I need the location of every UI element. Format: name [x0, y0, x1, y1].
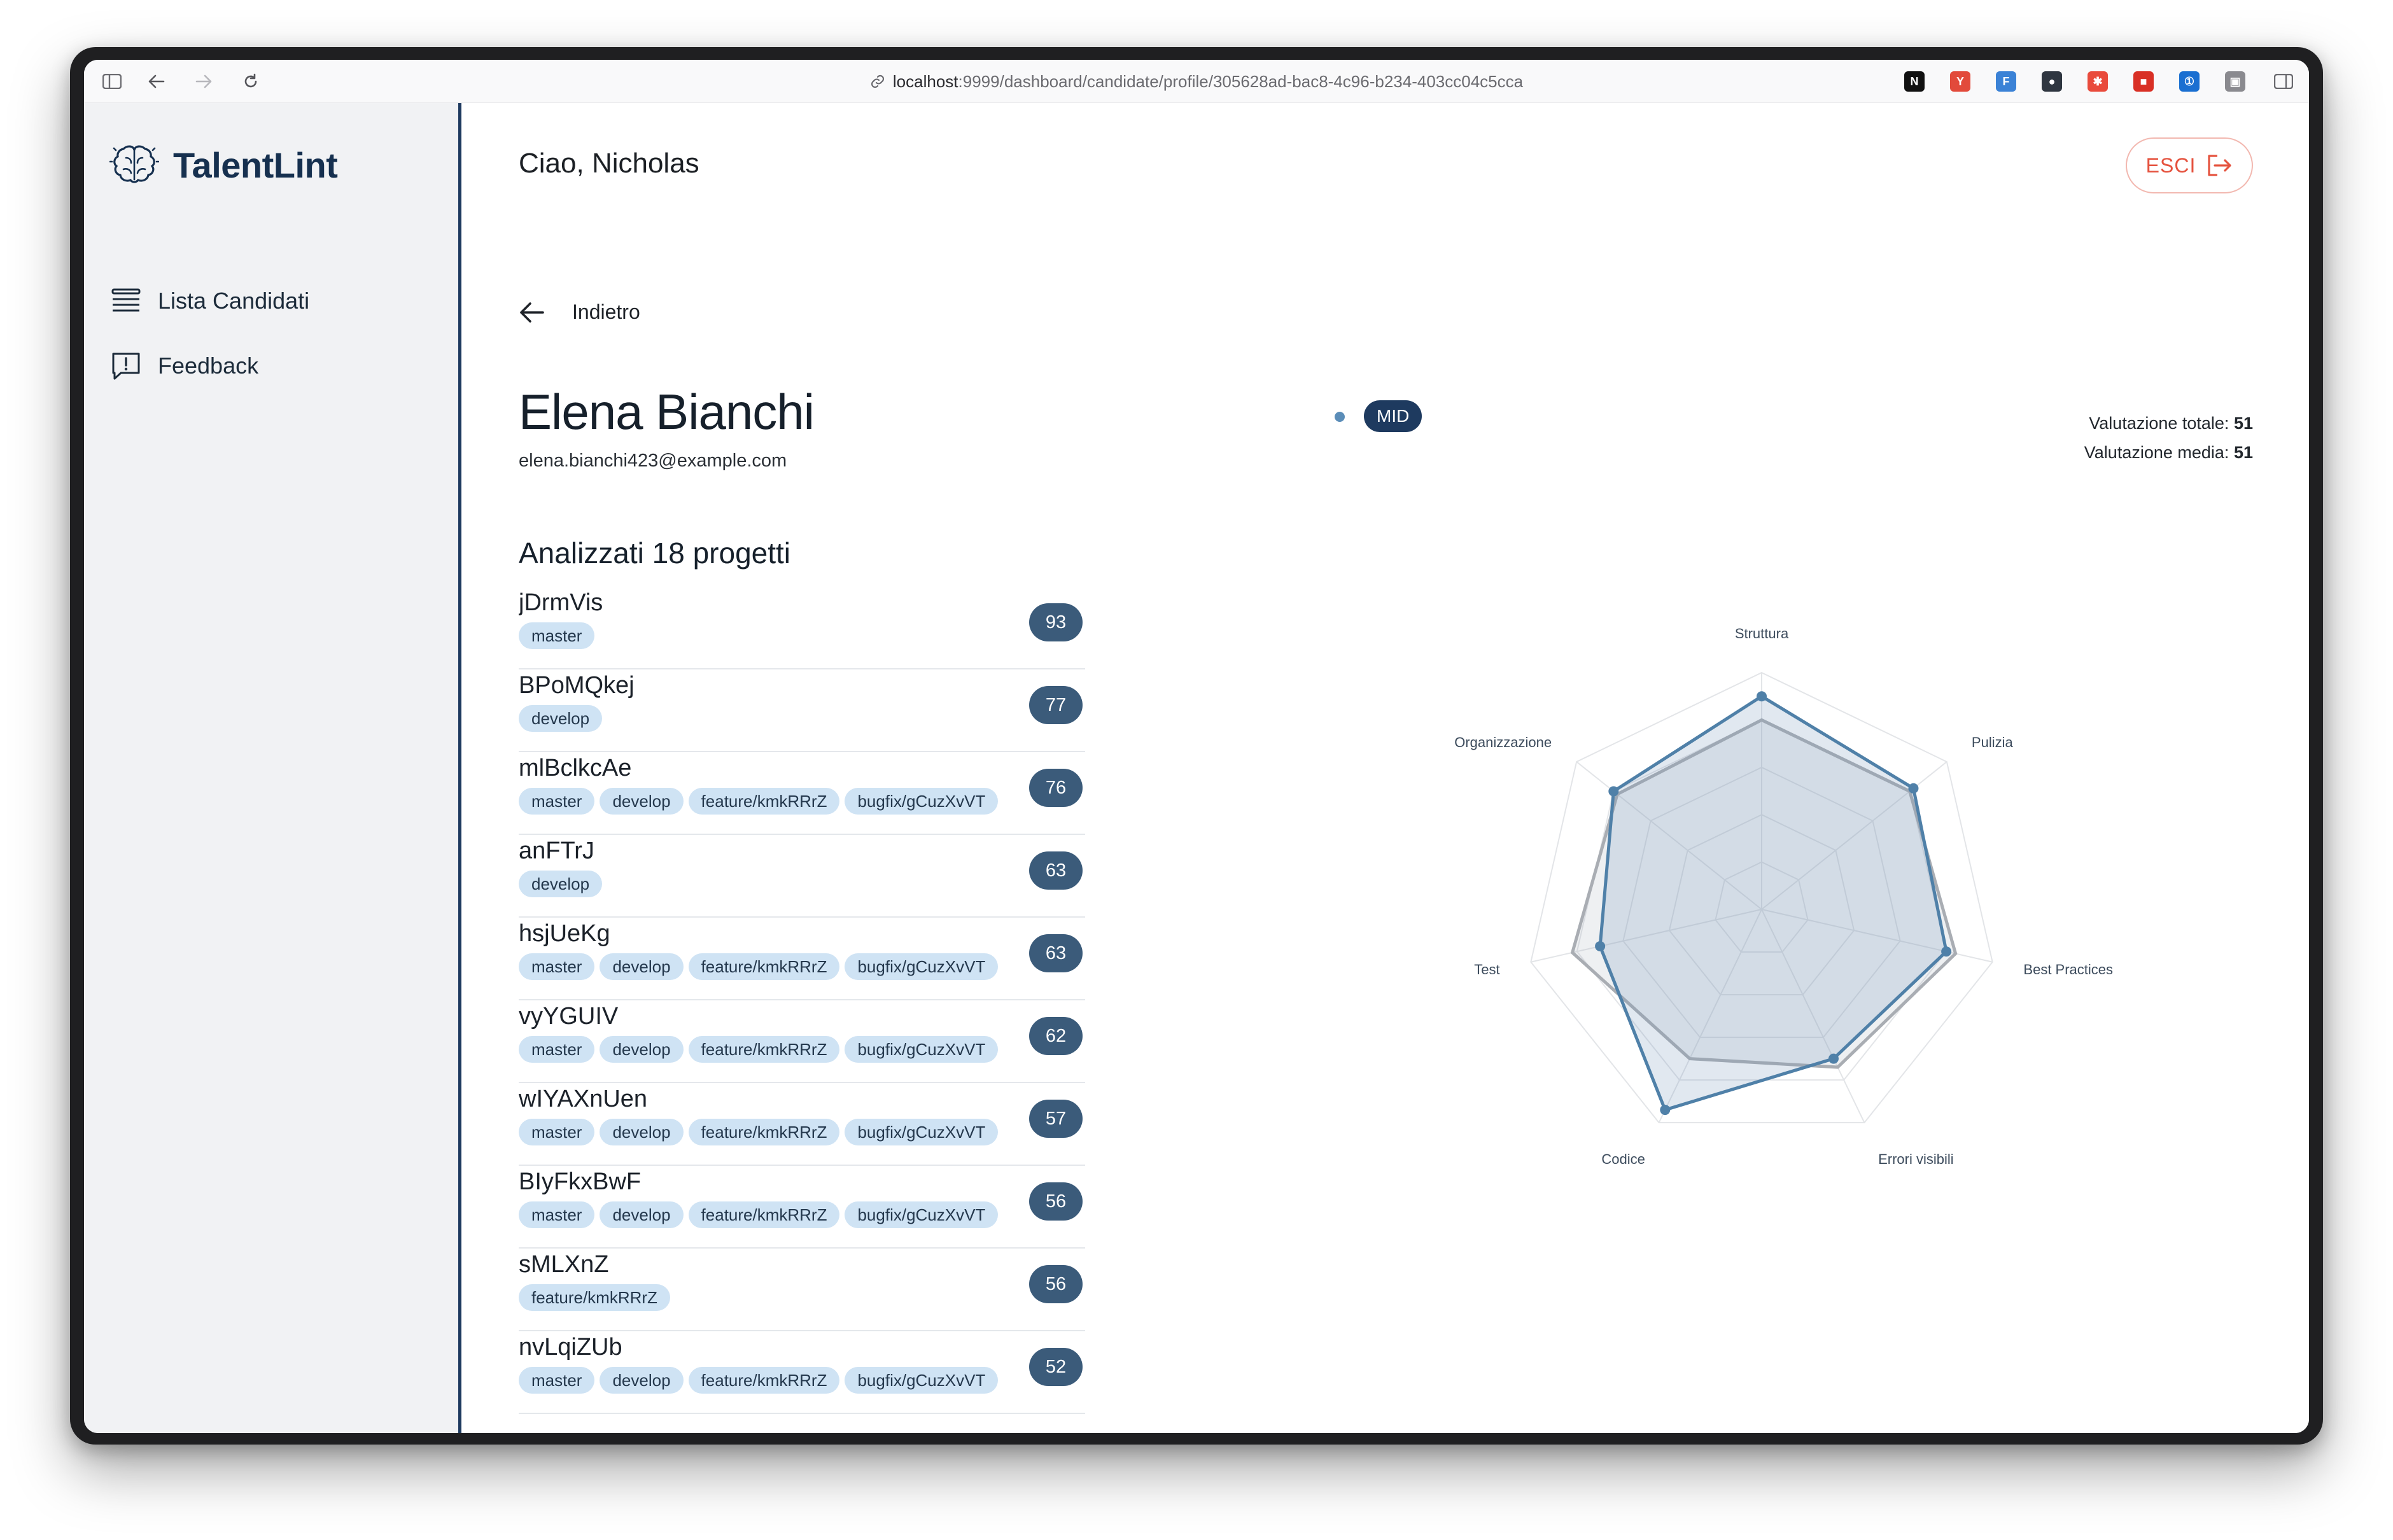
box-extension-icon[interactable]: ▣: [2225, 71, 2245, 92]
radar-point: [1757, 691, 1767, 702]
radar-point: [1941, 946, 1952, 957]
main-content: Ciao, Nicholas ESCI Indietro Elena Bianc…: [465, 103, 2309, 1433]
radar-axis-label: Errori visibili: [1878, 1151, 1954, 1167]
radar-point: [1595, 941, 1606, 951]
sidebar-item-label: Lista Candidati: [158, 288, 310, 314]
radar-axis-label: Test: [1474, 962, 1499, 977]
url-host: localhost: [892, 71, 958, 91]
radar-axis-label: Best Practices: [2023, 962, 2113, 977]
list-icon: [111, 288, 141, 312]
brand-name: TalentLint: [173, 144, 338, 185]
sidebar-item-label: Feedback: [158, 353, 259, 379]
browser-window: localhost:9999/dashboard/candidate/profi…: [84, 60, 2309, 1433]
password-extension-icon[interactable]: ①: [2179, 71, 2200, 92]
sidebar-item-feedback[interactable]: Feedback: [111, 351, 258, 381]
radar-axis-label: Pulizia: [1972, 734, 2014, 750]
browser-toolbar: localhost:9999/dashboard/candidate/profi…: [84, 60, 2309, 103]
radar-point: [1828, 1053, 1839, 1064]
brand-logo[interactable]: TalentLint: [109, 144, 338, 186]
radar-point: [1660, 1105, 1671, 1116]
split-view-icon[interactable]: [2271, 69, 2296, 94]
radar-point: [1608, 786, 1619, 797]
address-bar[interactable]: localhost:9999/dashboard/candidate/profi…: [84, 70, 2309, 93]
radar-axis-label: Codice: [1601, 1151, 1645, 1167]
red-extension-icon[interactable]: ■: [2133, 71, 2154, 92]
sidebar-item-lista-candidati[interactable]: Lista Candidati: [111, 288, 309, 314]
font-extension-icon[interactable]: F: [1996, 71, 2016, 92]
leaf-extension-icon[interactable]: Y: [1950, 71, 1970, 92]
ninja-extension-icon[interactable]: ●: [2042, 71, 2062, 92]
radar-axis-label: Organizzazione: [1454, 734, 1552, 750]
brain-icon: [109, 145, 159, 183]
radar-point: [1908, 783, 1919, 794]
pinwheel-extension-icon[interactable]: ✱: [2088, 71, 2108, 92]
link-icon: [871, 74, 884, 88]
url-path: :9999/dashboard/candidate/profile/305628…: [958, 71, 1524, 91]
feedback-icon: [112, 353, 140, 380]
sidebar: TalentLint Lista Candidati Feedback: [84, 103, 461, 1433]
radar-series-0: [1598, 694, 1948, 1112]
notion-icon[interactable]: N: [1904, 71, 1925, 92]
radar-axis-label: Struttura: [1735, 626, 1789, 641]
radar-chart: Struttura Pulizia Best Practices Errori vis…: [1454, 626, 2113, 1167]
